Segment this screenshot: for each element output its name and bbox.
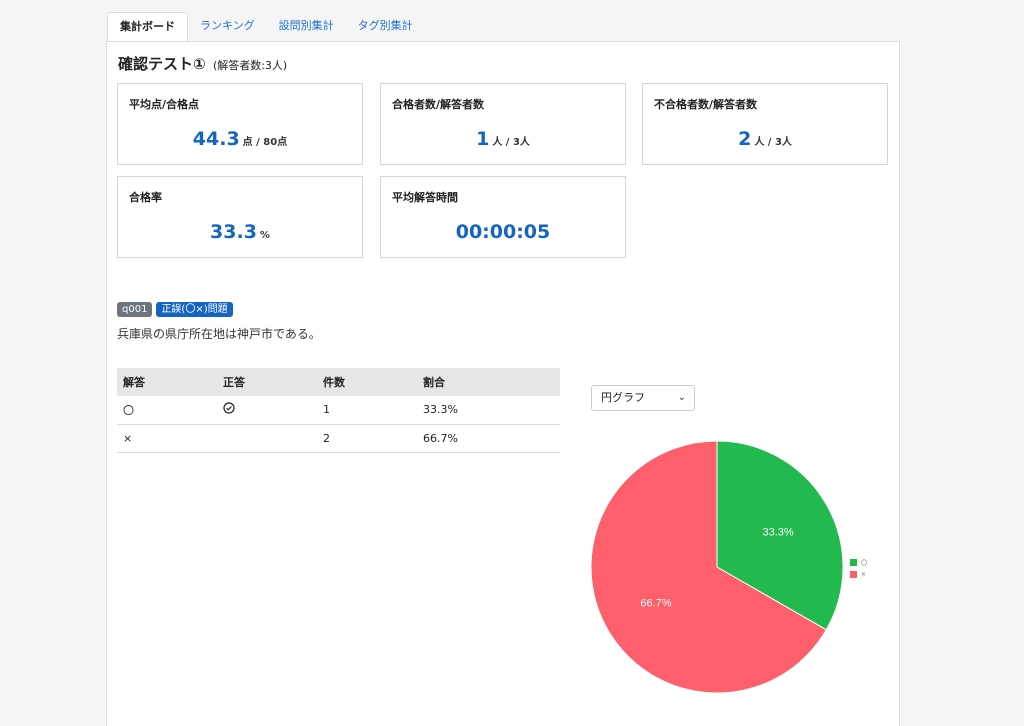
- legend-item: 〇: [850, 556, 867, 568]
- card-pass-count: 合格者数/解答者数 1人 / 3人: [380, 83, 626, 165]
- card-fail-count: 不合格者数/解答者数 2人 / 3人: [642, 83, 888, 165]
- question-badges: q001 正誤(〇×)問題: [117, 302, 233, 317]
- respondent-count: (解答者数:3人): [212, 59, 288, 72]
- card-average-score: 平均点/合格点 44.3 点 / 80点: [117, 83, 363, 165]
- pass-count-unit: 人 / 3人: [492, 137, 530, 148]
- card-label: 平均点/合格点: [129, 98, 200, 111]
- legend-item: ×: [850, 568, 867, 580]
- card-label: 不合格者数/解答者数: [654, 98, 758, 111]
- column-header-answer: 解答: [117, 368, 217, 396]
- tab-by-question[interactable]: 設問別集計: [267, 12, 346, 42]
- correct-cell: [217, 424, 317, 453]
- question-id-badge: q001: [117, 302, 153, 317]
- chart-legend: 〇 ×: [850, 556, 867, 580]
- column-header-count: 件数: [317, 368, 417, 396]
- legend-swatch: [850, 558, 857, 566]
- column-header-ratio: 割合: [417, 368, 560, 396]
- table-row: 〇 1 33.3%: [117, 396, 560, 425]
- pie-chart: 33.3% 66.7%: [590, 440, 844, 694]
- tab-bar: 集計ボード ランキング 設問別集計 タグ別集計: [107, 12, 425, 42]
- pass-count-value: 1: [476, 128, 490, 150]
- legend-label: ×: [861, 570, 867, 578]
- chevron-down-icon: ⌄: [677, 392, 686, 403]
- ratio-cell: 66.7%: [417, 424, 560, 453]
- tab-ranking[interactable]: ランキング: [188, 12, 267, 42]
- average-score-unit: 点 / 80点: [242, 137, 288, 148]
- tab-by-tag[interactable]: タグ別集計: [346, 12, 425, 42]
- count-cell: 1: [317, 396, 417, 425]
- answer-cell: ×: [117, 424, 217, 453]
- question-type-badge: 正誤(〇×)問題: [156, 302, 233, 317]
- answer-table: 解答 正答 件数 割合 〇 1 33.3% × 2 66.7%: [117, 368, 560, 453]
- pie-data-label: 33.3%: [762, 527, 793, 539]
- answer-cell: 〇: [117, 396, 217, 425]
- fail-count-unit: 人 / 3人: [754, 137, 792, 148]
- column-header-correct: 正答: [217, 368, 317, 396]
- average-time-value: 00:00:05: [455, 221, 551, 243]
- card-label: 平均解答時間: [392, 191, 458, 204]
- pass-rate-value: 33.3: [210, 221, 257, 243]
- average-score-value: 44.3: [192, 128, 240, 150]
- legend-label: 〇: [861, 559, 868, 567]
- card-pass-rate: 合格率 33.3%: [117, 176, 363, 258]
- ratio-cell: 33.3%: [417, 396, 560, 425]
- chart-type-value: 円グラフ: [601, 391, 645, 404]
- count-cell: 2: [317, 424, 417, 453]
- card-average-time: 平均解答時間 00:00:05: [380, 176, 626, 258]
- page-title: 確認テスト① (解答者数:3人): [118, 53, 287, 74]
- pass-rate-unit: %: [259, 230, 270, 241]
- chart-type-select[interactable]: 円グラフ ⌄: [591, 385, 695, 411]
- test-title: 確認テスト①: [118, 55, 206, 73]
- correct-cell: [217, 396, 317, 425]
- table-header-row: 解答 正答 件数 割合: [117, 368, 560, 396]
- card-label: 合格者数/解答者数: [392, 98, 485, 111]
- tab-summary-board[interactable]: 集計ボード: [107, 12, 188, 42]
- card-label: 合格率: [129, 191, 162, 204]
- check-circle-icon: [223, 402, 235, 414]
- table-row: × 2 66.7%: [117, 424, 560, 453]
- question-text: 兵庫県の県庁所在地は神戸市である。: [117, 327, 321, 341]
- pie-data-label: 66.7%: [640, 597, 671, 609]
- fail-count-value: 2: [738, 128, 752, 150]
- legend-swatch: [850, 570, 857, 578]
